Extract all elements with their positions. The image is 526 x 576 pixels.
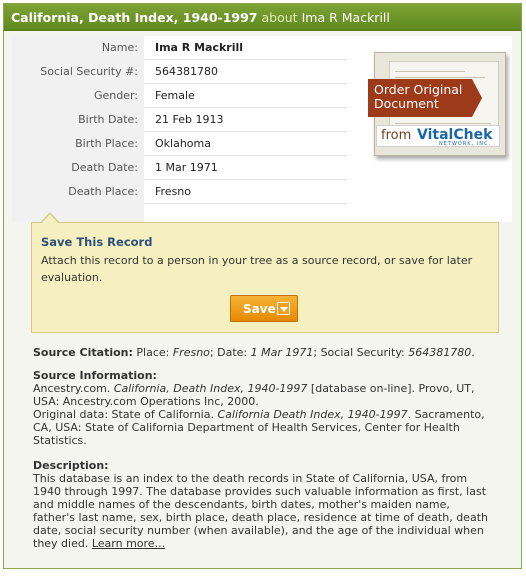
detail-value-birth-place: Oklahoma: [155, 137, 211, 150]
save-record-description: Attach this record to a person in your t…: [41, 254, 473, 284]
dropdown-arrow-icon[interactable]: [277, 302, 290, 315]
source-citation-heading: Source Citation:: [33, 346, 133, 359]
source-citation: Source Citation: Place: Fresno; Date: 1 …: [33, 346, 475, 359]
detail-value-death-date: 1 Mar 1971: [155, 161, 218, 174]
source-line-2-title: California Death Index, 1940-1997: [217, 408, 408, 421]
citation-date: 1 Mar 1971: [250, 346, 314, 359]
citation-place-label: Place:: [136, 346, 170, 359]
detail-value-name: Ima R Mackrill: [155, 41, 244, 54]
detail-label: Gender:: [12, 84, 144, 108]
from-text: from: [381, 128, 412, 143]
description-heading: Description:: [33, 459, 109, 472]
about-text: about: [261, 10, 298, 25]
detail-row-spacer: [12, 204, 347, 222]
detail-label: Birth Place:: [12, 132, 144, 156]
citation-ss: 564381780: [408, 346, 472, 359]
detail-label: Name:: [12, 36, 144, 60]
order-ribbon: Order Original Document: [368, 79, 482, 117]
collection-title: California, Death Index, 1940-1997: [11, 10, 258, 25]
vitalchek-logo: from VitalChek NETWORK, INC.: [376, 125, 500, 147]
order-original-document-button[interactable]: Order Original Document from VitalChek N…: [368, 52, 508, 162]
source-line-2-pre: Original data: State of California.: [33, 408, 214, 421]
source-line-1-title: California, Death Index, 1940-1997: [113, 382, 308, 395]
source-information-heading: Source Information:: [33, 369, 157, 382]
record-panel: California, Death Index, 1940-1997 about I…: [3, 3, 522, 569]
save-button-label: Save: [243, 302, 276, 316]
detail-label: Birth Date:: [12, 108, 144, 132]
save-record-heading: Save This Record: [41, 235, 153, 249]
detail-label: Death Date:: [12, 156, 144, 180]
detail-row-name: Name: Ima R Mackrill: [12, 36, 347, 60]
citation-date-label: Date:: [217, 346, 248, 359]
order-line-2: Document: [374, 96, 439, 111]
detail-value-death-place: Fresno: [155, 185, 192, 198]
detail-row-death-date: Death Date: 1 Mar 1971: [12, 156, 347, 180]
save-record-panel: Save This Record Attach this record to a…: [31, 212, 499, 333]
citation-place: Fresno: [172, 346, 210, 359]
detail-row-ssn: Social Security #: 564381780: [12, 60, 347, 84]
title-bar: California, Death Index, 1940-1997 about I…: [4, 4, 521, 31]
detail-value-ssn: 564381780: [155, 65, 218, 78]
detail-row-gender: Gender: Female: [12, 84, 347, 108]
vitalchek-subtext: NETWORK, INC.: [439, 141, 492, 147]
description-section: Description: This database is an index t…: [33, 459, 495, 550]
detail-value-birth-date: 21 Feb 1913: [155, 113, 224, 126]
save-button[interactable]: Save: [230, 295, 298, 322]
citation-ss-label: Social Security:: [320, 346, 405, 359]
detail-row-birth-place: Birth Place: Oklahoma: [12, 132, 347, 156]
detail-value-gender: Female: [155, 89, 195, 102]
source-line-1-pre: Ancestry.com.: [33, 382, 111, 395]
source-information: Source Information: Ancestry.com. Califo…: [33, 369, 495, 447]
learn-more-link[interactable]: Learn more...: [92, 537, 165, 550]
detail-row-death-place: Death Place: Fresno: [12, 180, 347, 204]
detail-label: Social Security #:: [12, 60, 144, 84]
record-details-table: Name: Ima R Mackrill Social Security #: …: [12, 36, 512, 222]
detail-label-spacer: [12, 204, 144, 222]
record-title: California, Death Index, 1940-1997 about I…: [11, 10, 390, 25]
person-name-title: Ima R Mackrill: [301, 10, 390, 25]
detail-row-birth-date: Birth Date: 21 Feb 1913: [12, 108, 347, 132]
detail-label: Death Place:: [12, 180, 144, 204]
order-line-1: Order Original: [374, 82, 463, 97]
